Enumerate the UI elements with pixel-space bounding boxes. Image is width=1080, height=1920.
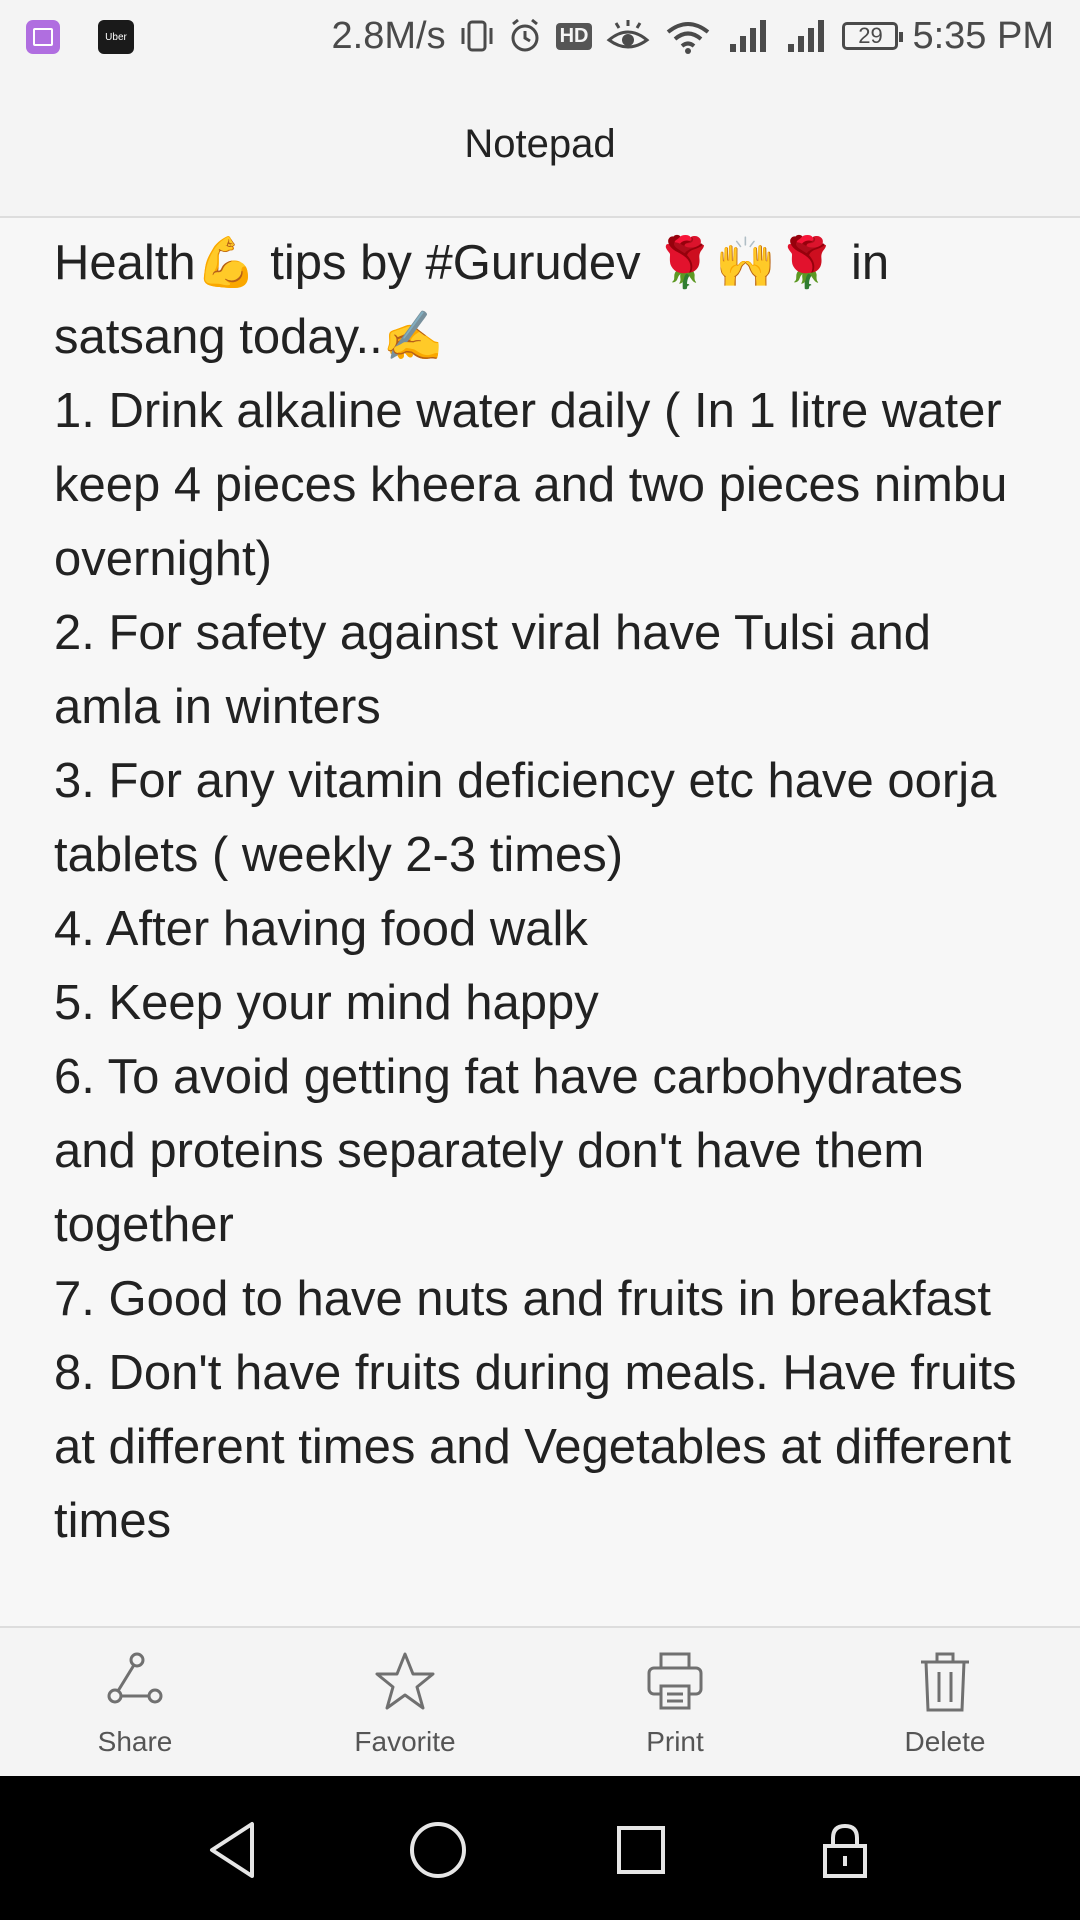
status-bar: Uber 2.8M/s HD 29 5:35 PM bbox=[0, 0, 1080, 72]
recents-icon[interactable] bbox=[609, 1818, 673, 1882]
navigation-bar bbox=[0, 1776, 1080, 1920]
favorite-label: Favorite bbox=[354, 1726, 456, 1757]
status-indicators: 2.8M/s HD 29 5:35 PM bbox=[332, 14, 1054, 58]
home-icon[interactable] bbox=[406, 1818, 470, 1882]
wifi-icon bbox=[667, 22, 710, 54]
page-title: Notepad bbox=[464, 121, 616, 166]
signal-icon-2 bbox=[788, 20, 825, 52]
favorite-button[interactable]: Favorite bbox=[270, 1628, 540, 1777]
back-icon[interactable] bbox=[202, 1818, 266, 1882]
gallery-app-icon bbox=[26, 20, 60, 54]
vibrate-icon bbox=[461, 20, 493, 52]
bottom-toolbar: Share Favorite Print Delete bbox=[0, 1626, 1080, 1777]
notification-icons: Uber bbox=[26, 20, 134, 54]
net-speed: 2.8M/s bbox=[331, 14, 446, 57]
alarm-icon bbox=[511, 18, 539, 52]
star-icon bbox=[375, 1652, 435, 1710]
app-header: Notepad bbox=[0, 72, 1080, 218]
uber-app-icon: Uber bbox=[98, 20, 134, 54]
hd-icon: HD bbox=[555, 22, 593, 50]
share-icon bbox=[107, 1652, 163, 1704]
print-button[interactable]: Print bbox=[540, 1628, 810, 1777]
eye-comfort-icon bbox=[607, 20, 650, 49]
share-button[interactable]: Share bbox=[0, 1628, 270, 1777]
trash-icon bbox=[921, 1652, 969, 1712]
lock-icon[interactable] bbox=[813, 1818, 877, 1882]
print-label: Print bbox=[646, 1726, 704, 1757]
share-label: Share bbox=[97, 1726, 173, 1757]
delete-label: Delete bbox=[904, 1726, 986, 1757]
printer-icon bbox=[647, 1652, 703, 1710]
delete-button[interactable]: Delete bbox=[810, 1628, 1080, 1777]
battery-icon: 29 bbox=[842, 22, 904, 50]
clock: 5:35 PM bbox=[912, 14, 1054, 57]
note-content[interactable]: Health💪 tips by #Gurudev 🌹🙌🌹 in satsang … bbox=[54, 226, 1034, 1624]
signal-icon bbox=[730, 20, 767, 52]
